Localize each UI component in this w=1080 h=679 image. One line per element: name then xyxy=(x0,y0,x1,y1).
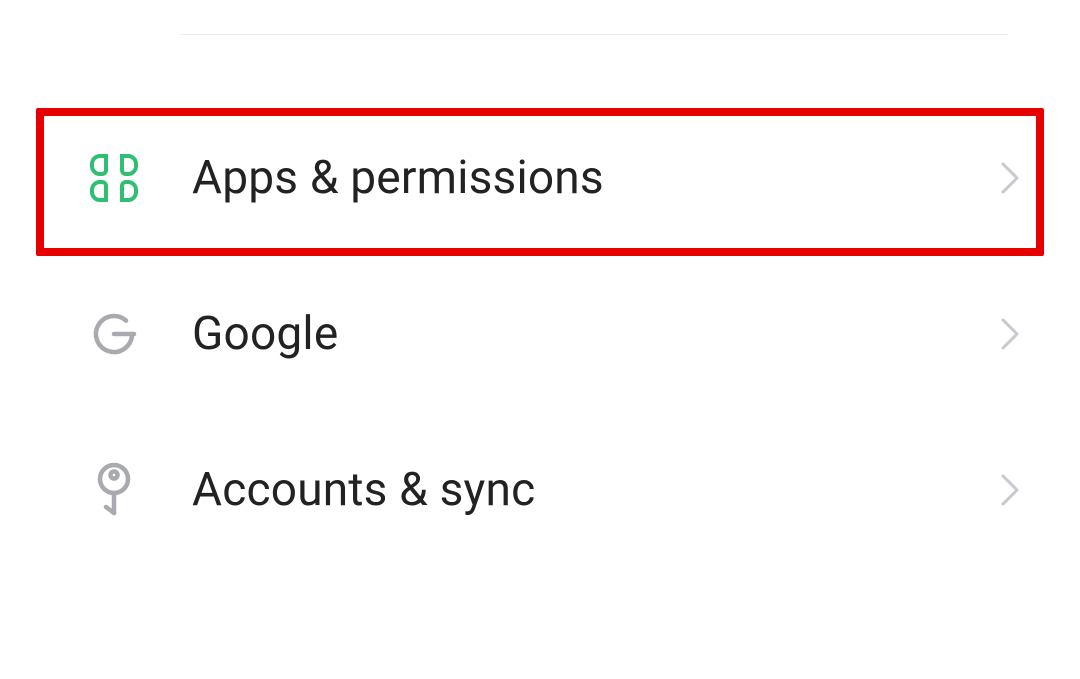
settings-item-accounts-sync[interactable]: Accounts & sync xyxy=(0,412,1080,568)
settings-screen: Apps & permissions Google xyxy=(0,0,1080,679)
settings-list: Apps & permissions Google xyxy=(0,100,1080,568)
key-icon xyxy=(86,462,142,518)
divider xyxy=(180,34,1008,35)
settings-item-label: Apps & permissions xyxy=(192,151,996,205)
chevron-right-icon xyxy=(996,164,1024,192)
settings-item-label: Accounts & sync xyxy=(192,463,996,517)
chevron-right-icon xyxy=(996,320,1024,348)
settings-item-apps-permissions[interactable]: Apps & permissions xyxy=(0,100,1080,256)
settings-item-label: Google xyxy=(192,307,996,361)
apps-icon xyxy=(86,150,142,206)
chevron-right-icon xyxy=(996,476,1024,504)
google-icon xyxy=(86,306,142,362)
settings-item-google[interactable]: Google xyxy=(0,256,1080,412)
